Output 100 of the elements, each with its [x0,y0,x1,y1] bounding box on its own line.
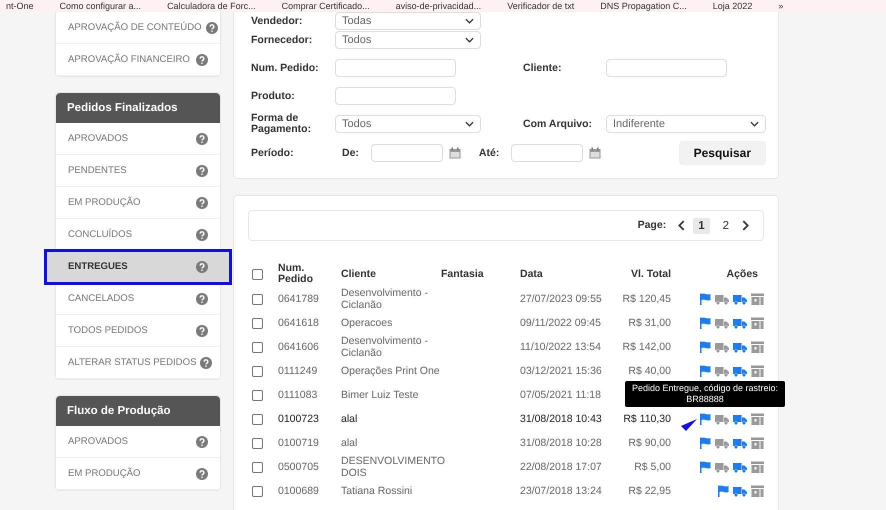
sidebar-item[interactable]: EM PRODUÇÃO [56,187,220,219]
bookmark-link[interactable]: Verificador de txt [507,1,574,11]
truck-icon[interactable] [733,342,747,352]
truck-icon[interactable] [715,366,729,376]
truck-icon[interactable] [715,342,729,352]
select-field[interactable]: Todos [335,31,481,49]
truck-icon[interactable] [733,462,747,472]
archive-icon[interactable] [751,341,764,353]
truck-icon[interactable] [733,294,747,304]
archive-icon[interactable] [751,485,764,497]
checkbox[interactable] [252,438,263,448]
checkbox[interactable] [252,462,263,472]
truck-icon[interactable] [733,414,747,424]
archive-icon[interactable] [751,317,764,329]
archive-icon[interactable] [751,461,764,473]
search-button[interactable]: Pesquisar [678,141,766,165]
checkbox[interactable] [252,342,263,352]
bookmark-link[interactable]: Como configurar a... [60,1,142,11]
help-icon[interactable] [196,164,208,176]
bookmark-link[interactable]: » [778,1,784,11]
checkbox[interactable] [252,268,263,280]
truck-icon[interactable] [733,366,747,376]
checkbox[interactable] [252,414,263,424]
sidebar-item[interactable]: EM PRODUÇÃO [56,458,220,490]
flag-icon[interactable] [699,461,711,473]
truck-icon[interactable] [715,462,729,472]
flag-icon[interactable] [699,413,711,425]
select-field[interactable]: Indiferente [606,115,766,133]
archive-icon[interactable] [751,437,764,449]
truck-icon[interactable] [733,318,747,328]
checkbox[interactable] [252,390,263,400]
page-button[interactable]: 1 [693,218,710,234]
input-field[interactable] [335,87,456,105]
column-header: Data [520,268,543,280]
field-label: Cliente: [523,62,563,74]
truck-icon[interactable] [733,438,747,448]
bookmark-link[interactable]: nt-One [6,1,34,11]
sidebar-item[interactable]: TODOS PEDIDOS [56,315,220,347]
bookmark-link[interactable]: aviso-de-privacidad... [396,1,482,11]
help-icon[interactable] [196,196,208,208]
flag-icon[interactable] [699,293,711,305]
input-field[interactable] [335,59,456,77]
caret-icon [750,121,759,127]
sidebar-item[interactable]: PENDENTES [56,155,220,187]
flag-icon[interactable] [699,365,711,377]
field-label: Até: [478,148,500,158]
help-icon[interactable] [196,54,208,66]
bookmark-link[interactable]: Calculadora de Forc... [167,1,256,11]
bookmark-link[interactable]: DNS Propagation C... [600,1,687,11]
bookmark-link[interactable]: Loja 2022 [712,1,752,11]
help-icon[interactable] [196,260,208,272]
help-icon[interactable] [196,292,208,304]
flag-icon[interactable] [717,485,729,497]
truck-icon[interactable] [715,438,729,448]
checkbox[interactable] [252,318,263,328]
calendar-icon[interactable] [589,147,602,159]
help-icon[interactable] [200,356,212,368]
truck-icon[interactable] [715,414,729,424]
date-field[interactable] [511,144,584,162]
calendar-icon[interactable] [448,147,461,159]
help-icon[interactable] [196,436,208,448]
help-icon[interactable] [196,132,208,144]
sidebar-item-label: APROVADOS [68,436,128,447]
field-label: Fornecedor: [251,34,314,46]
input-field[interactable] [606,59,727,77]
truck-icon[interactable] [733,486,747,496]
table-cell: 0500705 [278,461,319,473]
date-field[interactable] [370,144,443,162]
flag-icon[interactable] [699,317,711,329]
flag-icon[interactable] [699,437,711,449]
bookmark-link[interactable]: Comprar Certificado... [282,1,370,11]
select-field[interactable]: Todos [335,115,481,133]
archive-icon[interactable] [751,293,764,305]
pointer-arrow [681,419,697,431]
sidebar-item[interactable]: ALTERAR STATUS PEDIDOS [56,347,220,379]
help-icon[interactable] [206,22,218,34]
chevron-left-icon[interactable] [678,220,686,231]
help-icon[interactable] [196,324,208,336]
flag-icon[interactable] [699,341,711,353]
help-icon[interactable] [196,468,208,480]
sidebar-item-label: ENTREGUES [68,261,128,272]
truck-icon[interactable] [715,318,729,328]
select-field[interactable]: Todas [335,12,481,30]
sidebar-item[interactable]: APROVADOS [56,426,220,458]
checkbox[interactable] [252,486,263,496]
checkbox[interactable] [252,294,263,304]
archive-icon[interactable] [751,413,764,425]
sidebar-item[interactable]: ENTREGUES [46,251,230,283]
sidebar-item[interactable]: CANCELADOS [56,283,220,315]
chevron-right-icon[interactable] [742,220,749,231]
checkbox[interactable] [252,366,263,376]
page-button[interactable]: 2 [718,218,734,234]
table-cell: 31/08/2018 10:28 [520,437,602,449]
sidebar-item[interactable]: APROVAÇÃO DE CONTEÚDO [56,12,220,44]
sidebar-item[interactable]: APROVAÇÃO FINANCEIRO [56,44,220,76]
archive-icon[interactable] [751,365,764,377]
help-icon[interactable] [196,228,208,240]
sidebar-item[interactable]: APROVADOS [56,123,220,155]
truck-icon[interactable] [715,294,729,304]
field-label: Produto: [251,90,296,102]
